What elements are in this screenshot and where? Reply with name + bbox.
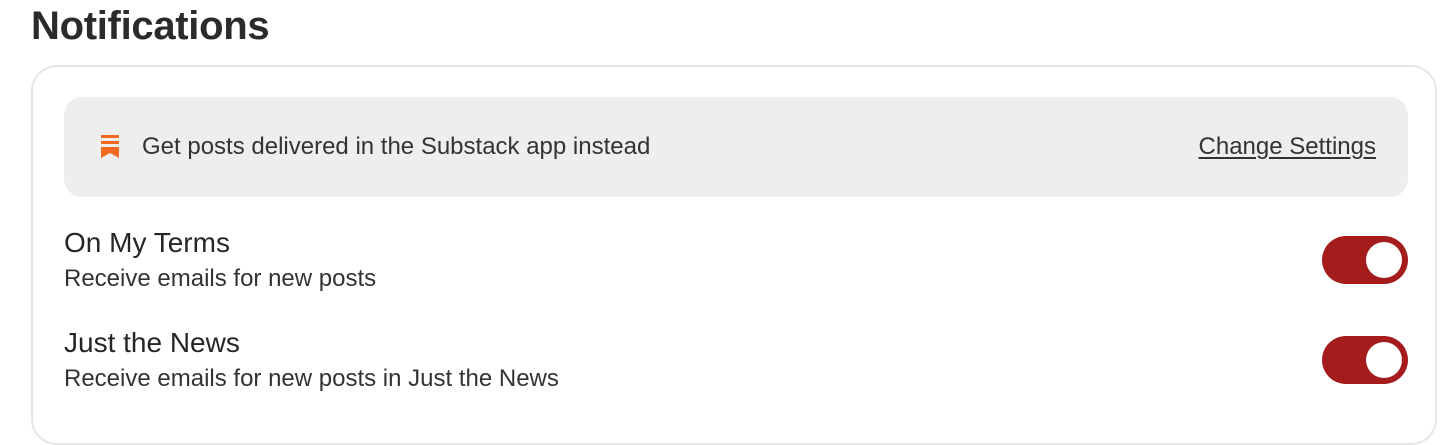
- substack-bookmark-icon: [100, 135, 120, 159]
- email-notifications-toggle[interactable]: [1322, 236, 1408, 284]
- notifications-card: Get posts delivered in the Substack app …: [31, 65, 1437, 445]
- subscription-row: Just the News Receive emails for new pos…: [64, 327, 1408, 392]
- subscription-description: Receive emails for new posts: [64, 265, 377, 292]
- change-settings-link[interactable]: Change Settings: [1199, 133, 1376, 161]
- email-notifications-toggle[interactable]: [1322, 336, 1408, 384]
- subscription-title: On My Terms: [64, 227, 230, 258]
- subscription-row: On My Terms Receive emails for new posts: [64, 227, 1408, 292]
- toggle-knob: [1366, 242, 1402, 278]
- subscription-description: Receive emails for new posts in Just the…: [64, 365, 559, 392]
- substack-app-banner: Get posts delivered in the Substack app …: [64, 97, 1408, 197]
- subscription-title: Just the News: [64, 327, 240, 358]
- toggle-knob: [1366, 342, 1402, 378]
- banner-text: Get posts delivered in the Substack app …: [142, 133, 651, 160]
- page-title: Notifications: [31, 4, 270, 48]
